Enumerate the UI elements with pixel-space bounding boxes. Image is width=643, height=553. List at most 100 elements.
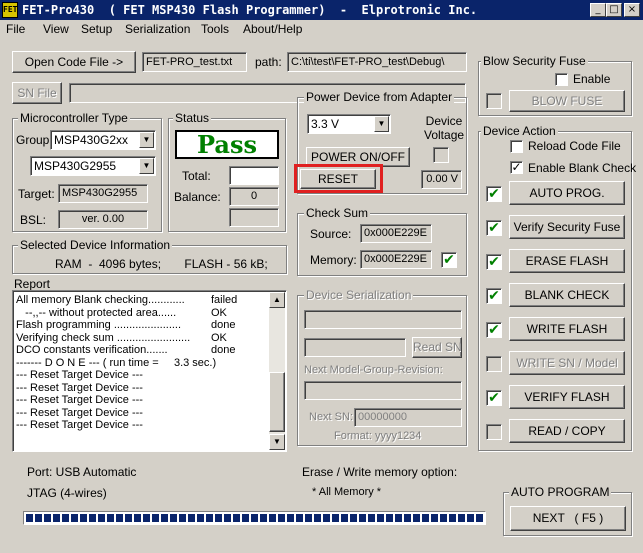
scroll-up-icon[interactable]: ▲ — [269, 292, 285, 308]
device-select-value: MSP430G2955 — [34, 159, 117, 173]
next-model-label: Next Model-Group-Revision: — [304, 364, 443, 376]
menu-view[interactable]: View — [43, 20, 69, 38]
jtag-label: JTAG (4-wires) — [27, 486, 107, 500]
read-sn-button[interactable]: Read SN — [412, 337, 462, 358]
menu-about-help[interactable]: About/Help — [243, 20, 302, 38]
device-voltage-checkbox[interactable] — [433, 147, 449, 163]
blow-fuse-button[interactable]: BLOW FUSE — [509, 90, 625, 112]
blank-check-button[interactable]: BLANK CHECK — [509, 283, 625, 307]
write-sn-model-checkbox[interactable] — [486, 356, 502, 372]
erase-write-label: Erase / Write memory option: — [302, 465, 458, 479]
chevron-down-icon[interactable]: ▼ — [374, 116, 389, 132]
code-file-name-field: FET-PRO_test.txt — [142, 52, 247, 72]
status-extra-field — [229, 208, 279, 227]
voltage-select-value: 3.3 V — [311, 117, 340, 131]
next-sn-field: 00000000 — [354, 408, 462, 427]
next-model-field — [304, 381, 462, 400]
enable-blank-check-checkbox[interactable]: ✓ — [510, 161, 523, 174]
format-label: Format: yyyy1234 — [334, 430, 422, 442]
read-copy-checkbox[interactable] — [486, 424, 502, 440]
verify-flash-checkbox[interactable]: ✔ — [486, 390, 502, 406]
blow-fuse-enable-checkbox[interactable] — [555, 73, 568, 86]
balance-label: Balance: — [174, 190, 221, 204]
selected-device-title: Selected Device Information — [18, 238, 173, 252]
erase-write-value: * All Memory * — [312, 486, 382, 498]
device-voltage-label: Device Voltage — [424, 114, 465, 142]
bsl-field: ver. 0.00 — [58, 210, 148, 229]
verify-security-fuse-checkbox[interactable]: ✔ — [486, 220, 502, 236]
total-field — [229, 166, 279, 185]
report-title: Report — [12, 277, 53, 291]
blow-fuse-enable-label: Enable — [573, 72, 611, 86]
chevron-down-icon[interactable]: ▼ — [139, 158, 154, 174]
target-field: MSP430G2955 — [58, 184, 148, 203]
minimize-button[interactable]: _ — [590, 3, 606, 17]
scroll-thumb[interactable] — [269, 372, 285, 432]
status-title: Status — [173, 111, 212, 125]
next-button[interactable]: NEXT ( F5 ) — [510, 506, 626, 531]
erase-flash-button[interactable]: ERASE FLASH — [509, 249, 625, 273]
checksum-match-check-icon: ✔ — [441, 252, 457, 268]
checksum-source-field: 0x000E229E — [360, 224, 432, 243]
auto-prog-checkbox[interactable]: ✔ — [486, 186, 502, 202]
read-copy-button[interactable]: READ / COPY — [509, 419, 625, 443]
enable-blank-check-label: Enable Blank Check — [528, 161, 637, 175]
auto-program-title: AUTO PROGRAM — [509, 485, 612, 499]
microcontroller-title: Microcontroller Type — [18, 111, 130, 125]
auto-prog-button[interactable]: AUTO PROG. — [509, 181, 625, 205]
report-line: Flash programming ......................… — [16, 319, 236, 331]
write-flash-checkbox[interactable]: ✔ — [486, 322, 502, 338]
serialization-title: Device Serialization — [304, 288, 414, 302]
group-label: Group: — [16, 133, 53, 147]
reload-code-file-checkbox[interactable] — [510, 140, 523, 153]
selected-device-info: RAM - 4096 bytes; FLASH - 56 kB; — [55, 257, 268, 271]
serialization-field-2 — [304, 338, 406, 357]
close-button[interactable]: × — [624, 3, 640, 17]
blank-check-checkbox[interactable]: ✔ — [486, 288, 502, 304]
write-flash-button[interactable]: WRITE FLASH — [509, 317, 625, 341]
checksum-title: Check Sum — [304, 206, 371, 220]
report-line: --- Reset Target Device --- — [16, 369, 143, 381]
app-icon: FET — [2, 2, 18, 18]
report-line: Verifying check sum ....................… — [16, 331, 227, 344]
reload-code-file-label: Reload Code File — [528, 139, 621, 153]
device-action-title: Device Action — [481, 124, 558, 138]
write-sn-model-button[interactable]: WRITE SN / Model — [509, 351, 625, 375]
report-scrollbar[interactable]: ▲ ▼ — [269, 292, 285, 450]
bsl-label: BSL: — [20, 213, 47, 227]
checksum-memory-label: Memory: — [310, 253, 357, 267]
report-line: --- Reset Target Device --- — [16, 381, 143, 394]
chevron-down-icon[interactable]: ▼ — [139, 132, 154, 148]
status-result: Pass — [175, 130, 279, 159]
serialization-field-1 — [304, 310, 462, 329]
report-box[interactable]: All memory Blank checking............ fai… — [12, 290, 287, 452]
device-voltage-field: 0.00 V — [421, 170, 462, 189]
report-line: --- Reset Target Device --- — [16, 394, 143, 406]
progress-fill — [26, 514, 483, 522]
balance-field: 0 — [229, 187, 279, 206]
report-line: --- Reset Target Device --- — [16, 419, 143, 431]
group-select-value: MSP430G2xx — [54, 133, 129, 147]
menu-serialization[interactable]: Serialization — [125, 20, 190, 38]
open-code-file-button[interactable]: Open Code File -> — [12, 51, 136, 73]
port-label: Port: USB Automatic — [27, 465, 137, 479]
verify-flash-button[interactable]: VERIFY FLASH — [509, 385, 625, 409]
device-select[interactable]: MSP430G2955 ▼ — [30, 156, 156, 176]
verify-security-fuse-button[interactable]: Verify Security Fuse — [509, 215, 625, 239]
menu-tools[interactable]: Tools — [201, 20, 229, 38]
total-label: Total: — [182, 169, 211, 183]
maximize-button[interactable]: □ — [606, 3, 622, 17]
menu-file[interactable]: File — [6, 20, 25, 38]
voltage-select[interactable]: 3.3 V ▼ — [307, 114, 391, 134]
sn-file-button[interactable]: SN File — [12, 82, 62, 104]
group-select[interactable]: MSP430G2xx ▼ — [50, 130, 156, 150]
window-title-bar[interactable]: FET-Pro430 ( FET MSP430 Flash Programmer… — [0, 0, 643, 20]
report-line: DCO constants verification....... done — [16, 344, 236, 356]
report-line: All memory Blank checking............ fai… — [16, 294, 238, 306]
menu-setup[interactable]: Setup — [81, 20, 112, 38]
blow-fuse-checkbox[interactable] — [486, 93, 502, 109]
scroll-down-icon[interactable]: ▼ — [269, 434, 285, 450]
reset-button[interactable]: RESET — [300, 169, 376, 189]
progress-bar — [23, 511, 486, 525]
erase-flash-checkbox[interactable]: ✔ — [486, 254, 502, 270]
